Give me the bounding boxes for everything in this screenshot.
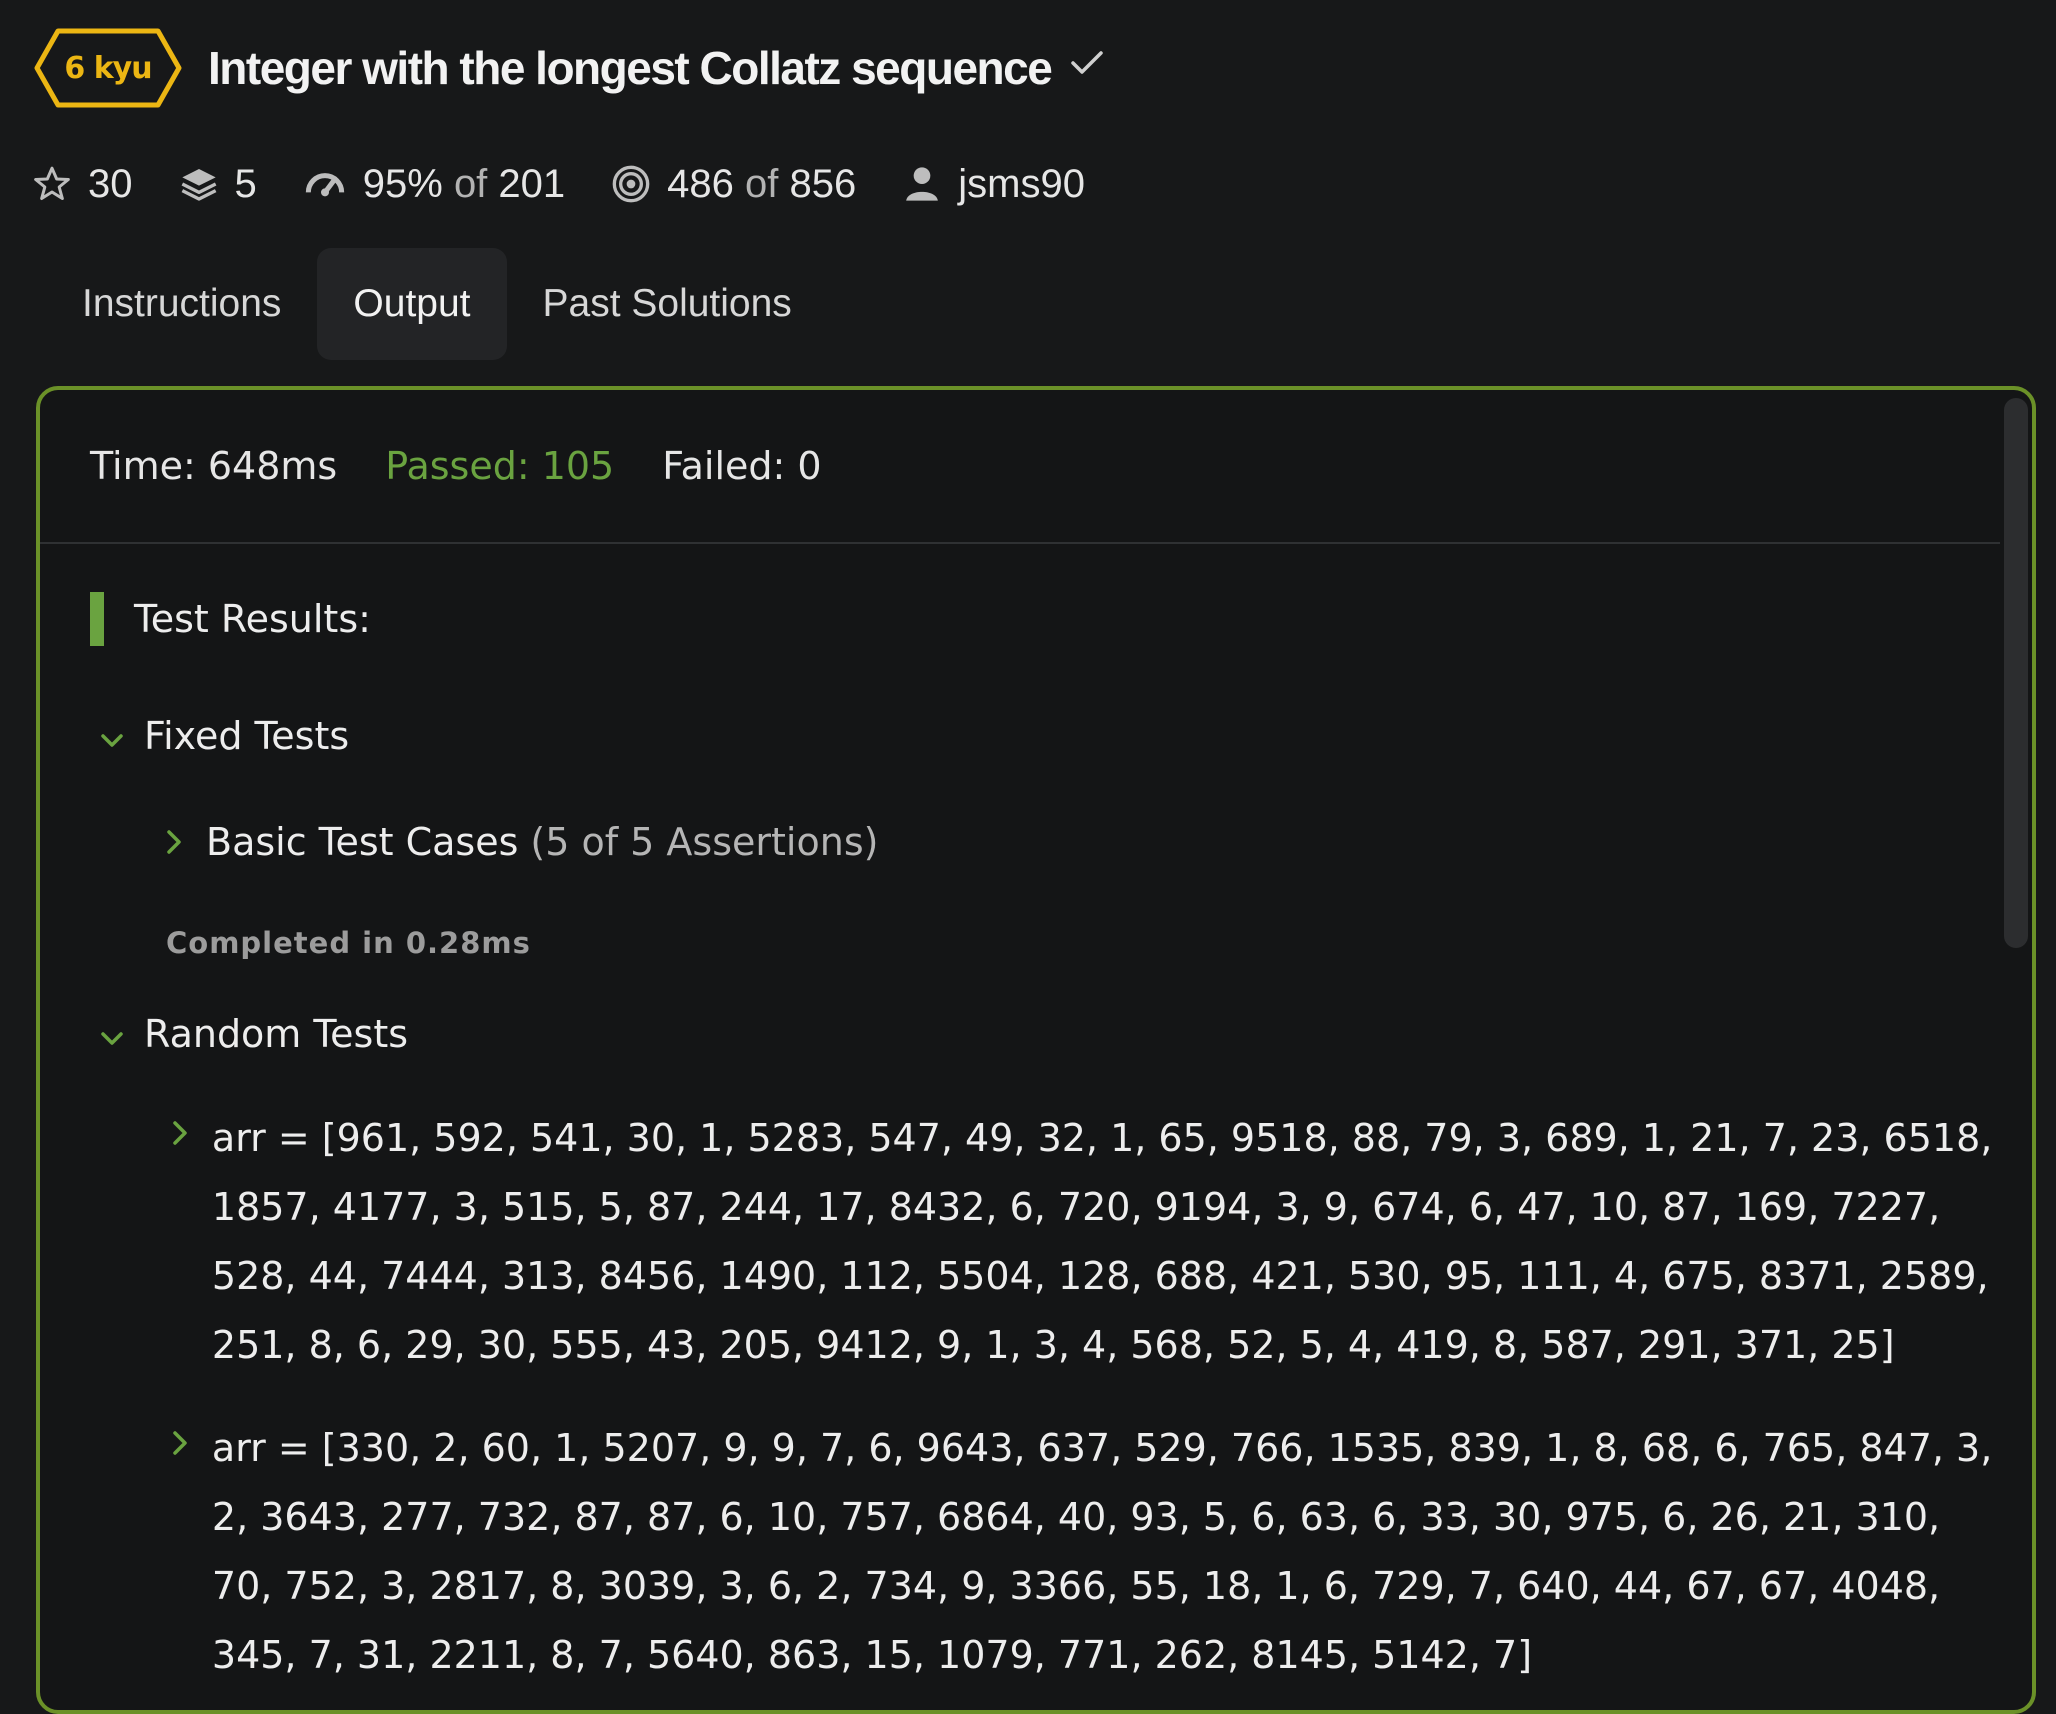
completions-count: 486 xyxy=(667,161,734,206)
output-panel: Time: 648ms Passed: 105 Failed: 0 Test R… xyxy=(36,386,2036,1714)
layers-icon xyxy=(181,169,216,201)
test-results-title: Test Results: xyxy=(134,597,371,641)
satisfaction-stat: 95% of 201 xyxy=(303,162,565,207)
random-test-input: arr = [330, 2, 60, 1, 5207, 9, 9, 7, 6, … xyxy=(211,1426,1993,1677)
output-scrollbar[interactable] xyxy=(2004,398,2028,1710)
target-icon xyxy=(612,165,650,203)
chevron-down-icon xyxy=(98,1012,126,1056)
collections-count: 5 xyxy=(234,161,257,206)
kata-stats: 30 5 95% of 201 486 of 856 jsms90 xyxy=(32,156,1131,212)
basic-test-cases-label: Basic Test Cases xyxy=(206,820,519,864)
fixed-tests-group[interactable]: Fixed Tests xyxy=(98,708,349,764)
collections-stat[interactable]: 5 xyxy=(179,162,257,207)
basic-test-cases-group[interactable]: Basic Test Cases (5 of 5 Assertions) xyxy=(160,814,878,870)
satisfaction-of: of xyxy=(453,161,488,206)
completed-time: Completed in 0.28ms xyxy=(166,926,531,960)
author-name: jsms90 xyxy=(958,161,1085,206)
user-icon xyxy=(906,167,939,201)
fixed-tests-label: Fixed Tests xyxy=(144,714,350,758)
passed-summary: Passed: 105 xyxy=(385,444,615,488)
satisfaction-gauge-icon xyxy=(305,173,344,197)
chevron-down-icon xyxy=(98,714,126,758)
chevron-right-icon xyxy=(166,1120,194,1150)
star-icon xyxy=(34,166,70,201)
satisfaction-votes: 201 xyxy=(498,161,566,206)
random-test-input: arr = [961, 592, 541, 30, 1, 5283, 547, … xyxy=(211,1116,1993,1367)
tab-output[interactable]: Output xyxy=(317,248,507,360)
chevron-right-icon xyxy=(160,820,188,864)
failed-summary: Failed: 0 xyxy=(662,444,822,488)
kata-header: 6 kyu Integer with the longest Collatz s… xyxy=(34,28,1105,108)
chevron-right-icon xyxy=(166,1430,194,1460)
random-test-case[interactable]: arr = [961, 592, 541, 30, 1, 5283, 547, … xyxy=(166,1114,2006,1380)
scrollbar-thumb[interactable] xyxy=(2004,398,2028,948)
completed-check-icon xyxy=(1071,51,1104,74)
rank-label: 6 kyu xyxy=(64,50,152,86)
test-summary: Time: 648ms Passed: 105 Failed: 0 xyxy=(40,390,2000,544)
satisfaction-percent: 95% xyxy=(362,161,443,206)
completions-stat: 486 of 856 xyxy=(611,162,856,207)
tab-past-solutions[interactable]: Past Solutions xyxy=(507,248,828,360)
completions-of: of xyxy=(745,161,779,206)
completions-total: 856 xyxy=(789,161,857,206)
rank-badge: 6 kyu xyxy=(34,28,182,108)
basic-test-assertions: (5 of 5 Assertions) xyxy=(530,820,879,864)
tab-instructions[interactable]: Instructions xyxy=(46,248,317,360)
stars-count: 30 xyxy=(88,161,133,206)
kata-tabs: Instructions Output Past Solutions xyxy=(46,248,828,360)
random-test-case[interactable]: arr = [330, 2, 60, 1, 5207, 9, 9, 7, 6, … xyxy=(166,1424,2006,1690)
stars-stat[interactable]: 30 xyxy=(32,162,133,207)
random-tests-label: Random Tests xyxy=(144,1012,409,1056)
results-accent-bar xyxy=(90,592,104,646)
kata-title[interactable]: Integer with the longest Collatz sequenc… xyxy=(208,41,1053,95)
random-tests-group[interactable]: Random Tests xyxy=(98,1006,408,1062)
time-summary: Time: 648ms xyxy=(90,444,338,488)
test-results-heading: Test Results: xyxy=(90,592,371,646)
author-stat[interactable]: jsms90 xyxy=(902,162,1085,207)
